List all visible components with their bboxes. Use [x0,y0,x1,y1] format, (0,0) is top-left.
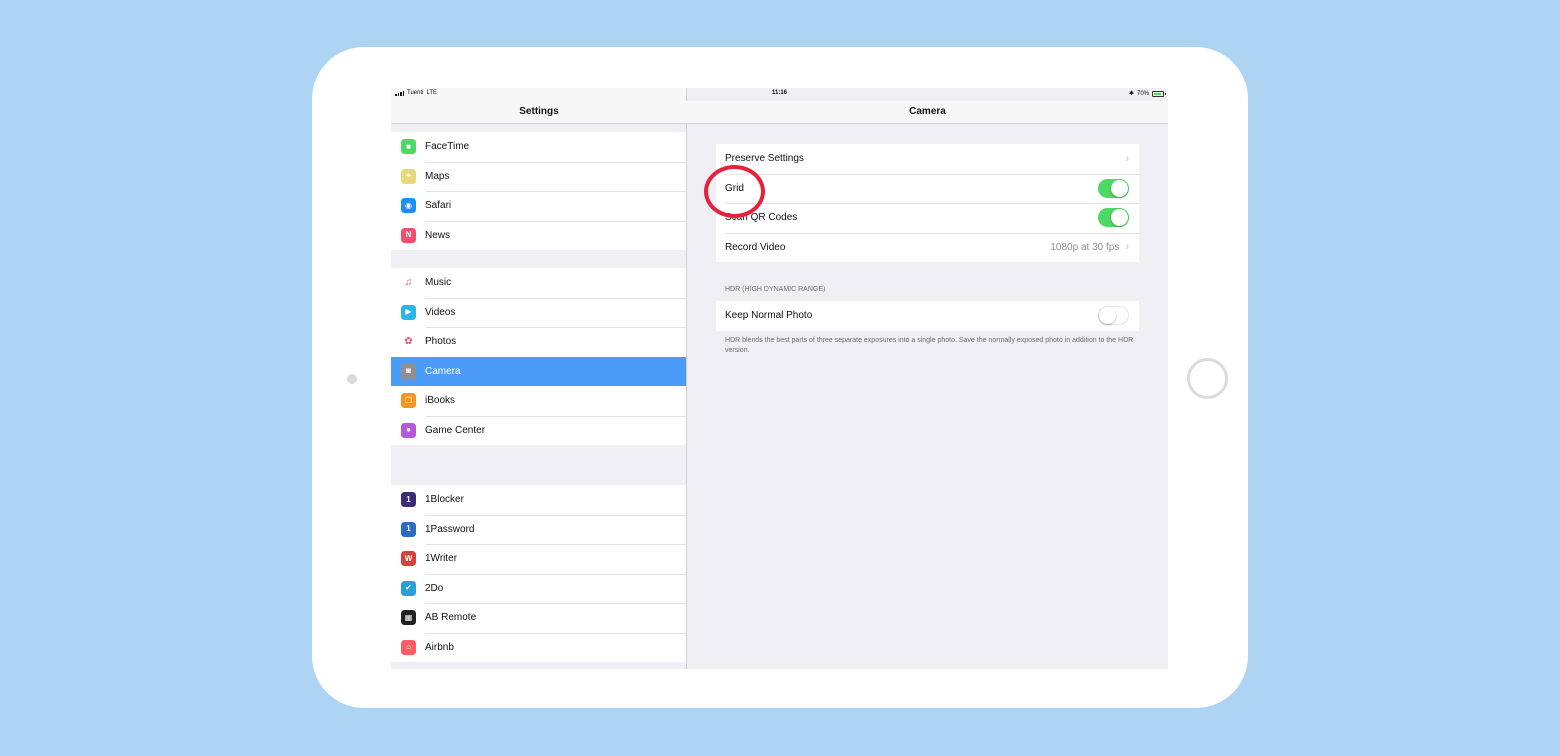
sidebar-item-label: FaceTime [425,141,470,153]
1password-icon: 1 [401,521,416,537]
toggle-knob [1099,307,1116,325]
sidebar-item-label: Photos [425,336,457,348]
sidebar-item-label: News [425,229,451,241]
keep-normal-photo-label: Keep Normal Photo [725,310,813,322]
settings-master-pane: Settings ■ FaceTime ⌖ Maps ◉ Safari N News ♫ Mus… [391,88,687,669]
sidebar-item-2do[interactable]: ✔ 2Do [391,573,686,604]
detail-navigation-bar: Camera [687,101,1168,124]
bluetooth-icon: ✱ [1128,91,1134,97]
record-video-value: 1080p at 30 fps [1050,241,1120,253]
battery-icon [1152,90,1166,97]
ipad-screen: Settings ■ FaceTime ⌖ Maps ◉ Safari N News ♫ Mus… [391,88,1168,669]
sidebar-item-label: Airbnb [425,641,454,653]
chevron-right-icon: › [1125,241,1129,254]
settings-group-apple-1: ■ FaceTime ⌖ Maps ◉ Safari N News [391,132,686,250]
sidebar-item-label: Safari [425,200,452,212]
settings-group-apple-2: ♫ Music ▶ Videos ✿ Photos ◙ Camera ❐ iBooks ● Game … [391,268,686,445]
settings-list[interactable]: ■ FaceTime ⌖ Maps ◉ Safari N News ♫ Music ▶ Videos… [391,124,686,669]
sidebar-item-photos[interactable]: ✿ Photos [391,327,686,357]
front-camera [347,374,357,384]
ibooks-icon: ❐ [401,393,416,409]
camera-icon: ◙ [401,363,416,379]
news-icon: N [401,227,416,243]
camera-options-card: Preserve Settings › Grid Scan QR Codes Recor… [716,144,1139,262]
battery-percent: 70% [1136,90,1149,97]
1blocker-icon: 1 [401,492,416,508]
music-icon: ♫ [401,275,416,291]
grid-row[interactable]: Grid [716,173,1139,204]
sidebar-item-label: Game Center [425,424,486,436]
preserve-settings-label: Preserve Settings [725,153,804,165]
scan-qr-codes-row[interactable]: Scan QR Codes [716,203,1139,233]
record-video-label: Record Video [725,241,786,253]
hdr-options-card: Keep Normal Photo [716,301,1139,331]
settings-group-third-party: 1 1Blocker 1 1Password W 1Writer ✔ 2Do ▦ AB Remot… [391,485,686,662]
home-button[interactable] [1187,358,1228,399]
sidebar-item-ab-remote[interactable]: ▦ AB Remote [391,603,686,633]
safari-icon: ◉ [401,198,416,214]
photos-icon: ✿ [401,334,416,350]
facetime-icon: ■ [401,139,416,155]
sidebar-item-game-center[interactable]: ● Game Center [391,415,686,446]
sidebar-item-label: 1Writer [425,553,458,565]
status-bar: Tuenti LTE 11:16 ✱ 70% [391,88,1168,101]
status-time: 11:16 [771,90,787,96]
sidebar-item-1writer[interactable]: W 1Writer [391,544,686,574]
sidebar-item-label: Music [425,277,452,289]
sidebar-item-label: AB Remote [425,612,477,624]
sidebar-item-label: 1Blocker [425,494,464,506]
sidebar-item-maps[interactable]: ⌖ Maps [391,161,686,192]
keep-normal-photo-row[interactable]: Keep Normal Photo [716,301,1139,331]
sidebar-item-1blocker[interactable]: 1 1Blocker [391,485,686,515]
chevron-right-icon: › [1125,152,1129,165]
master-navigation-bar: Settings [391,101,687,124]
master-title: Settings [519,106,559,117]
sidebar-item-1password[interactable]: 1 1Password [391,514,686,545]
airbnb-icon: ⌂ [401,639,416,655]
toggle-knob [1111,209,1128,227]
scan-qr-codes-toggle[interactable] [1098,208,1129,228]
sidebar-item-news[interactable]: N News [391,220,686,251]
2do-icon: ✔ [401,580,416,596]
sidebar-item-label: Maps [425,170,450,182]
videos-icon: ▶ [401,304,416,320]
preserve-settings-row[interactable]: Preserve Settings › [716,144,1139,174]
grid-label: Grid [725,182,744,194]
grid-toggle[interactable] [1098,178,1129,198]
sidebar-item-videos[interactable]: ▶ Videos [391,297,686,328]
scan-qr-codes-label: Scan QR Codes [725,212,798,224]
sidebar-item-label: Camera [425,365,461,377]
hdr-section-header: HDR (HIGH DYNAMIC RANGE) [725,286,826,293]
record-video-row[interactable]: Record Video 1080p at 30 fps › [716,232,1139,263]
grid-highlight-annotation [704,165,765,218]
sidebar-item-music[interactable]: ♫ Music [391,268,686,298]
toggle-knob [1111,179,1128,197]
sidebar-item-airbnb[interactable]: ⌂ Airbnb [391,632,686,663]
status-right: ✱ 70% [1128,90,1166,97]
sidebar-item-label: Videos [425,306,456,318]
1writer-icon: W [401,551,416,567]
sidebar-item-safari[interactable]: ◉ Safari [391,191,686,221]
sidebar-item-facetime[interactable]: ■ FaceTime [391,132,686,162]
detail-title: Camera [909,106,946,117]
ab-remote-icon: ▦ [401,610,416,626]
sidebar-item-camera[interactable]: ◙ Camera [391,356,686,386]
maps-icon: ⌖ [401,168,416,184]
keep-normal-photo-toggle[interactable] [1098,306,1129,326]
sidebar-item-label: iBooks [425,395,456,407]
sidebar-item-ibooks[interactable]: ❐ iBooks [391,386,686,416]
sidebar-item-label: 2Do [425,582,444,594]
sidebar-item-label: 1Password [425,523,475,535]
game-center-icon: ● [401,422,416,438]
hdr-footer-note: HDR blends the best parts of three separ… [725,337,1134,354]
